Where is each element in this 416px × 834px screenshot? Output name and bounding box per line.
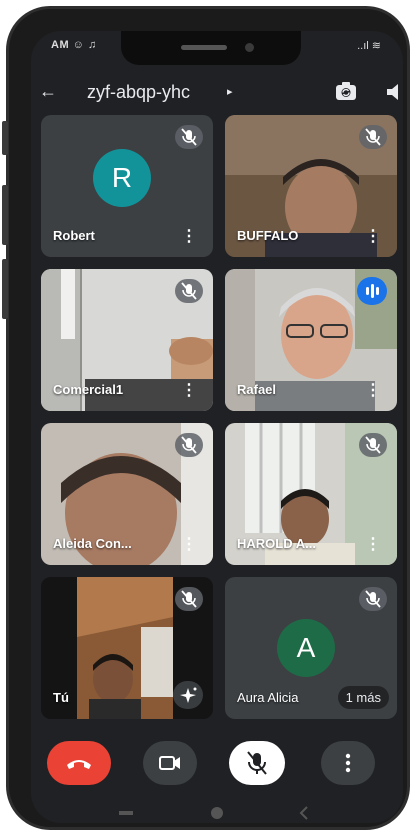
effects-sparkle-icon[interactable] — [173, 681, 203, 709]
participant-name: Comercial1 — [53, 382, 124, 397]
status-bar-left: AM ☺ ♫ — [51, 39, 97, 51]
participant-tile[interactable]: Rafael ⋮ — [225, 269, 397, 411]
front-camera — [245, 43, 254, 52]
system-nav-bar — [119, 806, 308, 820]
mic-off-icon — [359, 125, 387, 149]
participant-name: BUFFALO — [237, 228, 299, 243]
mic-off-icon — [175, 587, 203, 611]
participant-tile[interactable]: HAROLD A... ⋮ — [225, 423, 397, 565]
side-button — [2, 259, 8, 319]
phone-frame: AM ☺ ♫ ..ıl ≋ ← zyf-abqp-yhc ▸ R Robert — [2, 6, 410, 830]
camera-button[interactable] — [143, 741, 197, 785]
mic-off-icon — [175, 125, 203, 149]
more-options-icon[interactable]: ⋮ — [365, 229, 381, 245]
side-button — [2, 121, 8, 155]
self-view-tile[interactable]: Tú — [41, 577, 213, 719]
chevron-right-icon[interactable]: ▸ — [227, 85, 233, 98]
call-controls — [31, 735, 403, 791]
speaker-icon[interactable] — [383, 79, 403, 105]
more-participants-button[interactable]: 1 más — [337, 686, 389, 709]
participant-name: Aleida Con... — [53, 536, 132, 551]
more-vert-icon — [345, 753, 351, 773]
switch-camera-icon[interactable] — [333, 79, 359, 105]
video-camera-icon — [159, 756, 180, 770]
participant-tile[interactable]: A Aura Alicia 1 más — [225, 577, 397, 719]
more-options-icon[interactable]: ⋮ — [181, 229, 197, 245]
participant-tile[interactable]: BUFFALO ⋮ — [225, 115, 397, 257]
top-bar: ← zyf-abqp-yhc ▸ — [31, 75, 403, 111]
meeting-screen: AM ☺ ♫ ..ıl ≋ ← zyf-abqp-yhc ▸ R Robert — [31, 31, 403, 823]
participant-name: HAROLD A... — [237, 536, 316, 551]
avatar: A — [277, 619, 335, 677]
side-button — [2, 185, 8, 245]
participant-tile[interactable]: R Robert ⋮ — [41, 115, 213, 257]
participant-name: Robert — [53, 228, 95, 243]
participant-name: Tú — [53, 690, 69, 705]
microphone-button[interactable] — [229, 741, 285, 785]
more-options-icon[interactable]: ⋮ — [365, 383, 381, 399]
more-options-button[interactable] — [321, 741, 375, 785]
participant-name: Rafael — [237, 382, 277, 397]
participant-tile[interactable]: Comercial1 ⋮ — [41, 269, 213, 411]
room-code[interactable]: zyf-abqp-yhc — [87, 82, 190, 103]
end-call-button[interactable] — [47, 741, 111, 785]
avatar: R — [93, 149, 151, 207]
mic-off-icon — [175, 279, 203, 303]
notch — [121, 31, 301, 65]
audio-level-icon — [357, 277, 387, 305]
phone-hangup-icon — [67, 760, 91, 769]
more-options-icon[interactable]: ⋮ — [181, 383, 197, 399]
more-options-icon[interactable]: ⋮ — [365, 537, 381, 553]
mic-off-icon — [359, 433, 387, 457]
mic-off-icon — [247, 751, 267, 775]
participant-name: Aura Alicia — [237, 690, 299, 705]
more-options-icon[interactable]: ⋮ — [181, 537, 197, 553]
status-bar-right: ..ıl ≋ — [357, 40, 381, 52]
back-icon[interactable]: ← — [39, 81, 57, 102]
participant-tile[interactable]: Aleida Con... ⋮ — [41, 423, 213, 565]
speaker-grille — [181, 45, 227, 50]
mic-off-icon — [359, 587, 387, 611]
mic-off-icon — [175, 433, 203, 457]
